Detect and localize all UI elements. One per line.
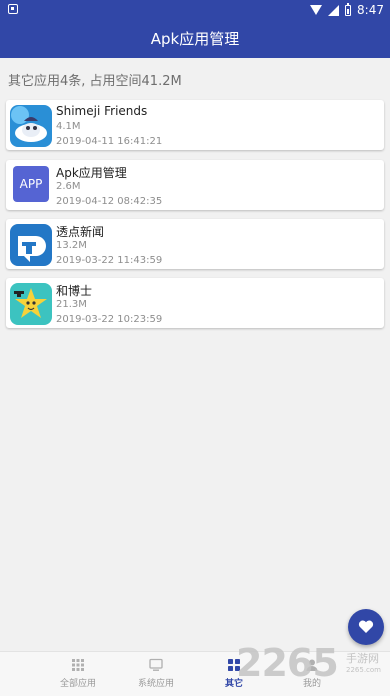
app-item-shimeji-friends[interactable]: Shimeji Friends 4.1M 2019-04-11 16:41:21	[6, 100, 384, 150]
app-title-bar: Apk应用管理	[0, 20, 390, 58]
apk-manager-icon-label: APP	[19, 177, 43, 191]
monitor-icon	[149, 658, 163, 671]
app-name: 和博士	[56, 284, 93, 298]
nav-label: 系统应用	[137, 679, 174, 689]
app-date: 2019-04-11 16:41:21	[56, 136, 163, 147]
app-name: 透点新闻	[56, 225, 105, 239]
app-item-toudian-news[interactable]: 透点新闻 13.2M 2019-03-22 11:43:59	[6, 219, 384, 269]
toudian-news-icon	[10, 224, 52, 266]
apk-manager-icon: APP	[13, 166, 49, 202]
app-date: 2019-03-22 11:43:59	[56, 255, 163, 266]
watermark-url: 2265.com	[346, 666, 381, 674]
app-date: 2019-04-12 08:42:35	[56, 196, 163, 207]
page-title: Apk应用管理	[150, 30, 240, 48]
wifi-icon	[310, 5, 323, 15]
app-date: 2019-03-22 10:23:59	[56, 314, 163, 325]
status-icons: 8:47	[310, 2, 384, 18]
signal-icon	[328, 4, 340, 16]
app-item-hebo-shi[interactable]: 和博士 21.3M 2019-03-22 10:23:59	[6, 278, 384, 328]
status-bar: 8:47	[0, 0, 390, 20]
app-size: 2.6M	[56, 181, 81, 192]
nav-label: 全部应用	[59, 679, 96, 689]
status-time: 8:47	[357, 3, 384, 17]
shimeji-friends-icon	[10, 105, 52, 147]
heart-icon	[358, 620, 374, 633]
favorite-fab[interactable]	[348, 609, 384, 645]
app-name: Apk应用管理	[56, 166, 127, 180]
app-item-apk-manager[interactable]: APP Apk应用管理 2.6M 2019-04-12 08:42:35	[6, 160, 384, 210]
app-size: 13.2M	[56, 240, 87, 251]
app-size: 4.1M	[56, 121, 81, 132]
battery-icon	[345, 2, 352, 16]
summary-text: 其它应用4条, 占用空间41.2M	[8, 74, 182, 89]
grid-icon	[72, 659, 84, 671]
hebo-shi-icon	[10, 283, 52, 325]
watermark-logo: 2265	[236, 641, 339, 685]
watermark-suffix: 手游网	[346, 652, 379, 665]
nav-all-apps[interactable]: 全部应用	[39, 652, 117, 696]
app-name: Shimeji Friends	[56, 104, 148, 118]
nav-system-apps[interactable]: 系统应用	[117, 652, 195, 696]
notification-icon	[8, 4, 18, 14]
app-size: 21.3M	[56, 299, 87, 310]
